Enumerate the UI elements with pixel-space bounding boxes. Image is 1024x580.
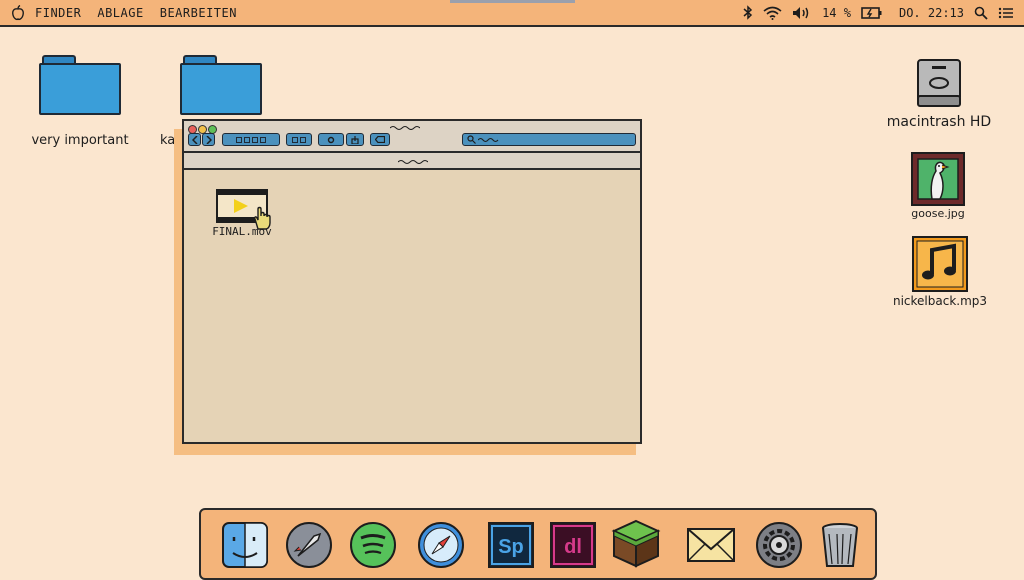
dreamweaver-dl-icon: dl [550, 522, 596, 568]
share-icon [351, 135, 359, 144]
menu-bar: FINDER ABLAGE BEARBEITEN 14 % DO. 22:13 [0, 0, 1024, 27]
folder-label: very important [31, 133, 129, 148]
file-final-mov[interactable]: FINAL.mov [206, 189, 278, 238]
search-icon [467, 135, 476, 144]
dock-launchpad[interactable] [284, 520, 334, 570]
file-label: nickelback.mp3 [892, 294, 988, 308]
finder-icon [222, 522, 268, 568]
dock: Sp dl [199, 508, 877, 580]
launchpad-icon [286, 522, 332, 568]
forward-button[interactable] [202, 133, 215, 146]
dock-system-preferences[interactable] [754, 520, 804, 570]
music-file-icon [912, 236, 968, 292]
hand-cursor-icon [254, 206, 271, 230]
share-button[interactable] [346, 133, 364, 146]
folder-icon [180, 55, 262, 115]
dock-dreamweaver[interactable]: dl [548, 520, 598, 570]
desktop-folder-very-important[interactable]: very important [18, 55, 142, 148]
play-icon [234, 199, 248, 213]
tag-icon [375, 136, 385, 143]
view-mode-buttons[interactable] [222, 133, 280, 146]
desktop-file-goose-jpg[interactable]: goose.jpg [890, 151, 986, 220]
finder-window: FINAL.mov [182, 119, 642, 444]
hard-drive-icon [917, 59, 961, 107]
spotify-icon [350, 522, 396, 568]
menu-ablage[interactable]: ABLAGE [97, 6, 143, 20]
dock-finder[interactable] [220, 520, 270, 570]
mail-icon [687, 528, 735, 562]
window-tab-bar [184, 153, 640, 170]
minecraft-icon [611, 519, 661, 568]
tab-title-squiggle [398, 160, 428, 164]
safari-icon [418, 522, 464, 568]
gear-icon [327, 136, 335, 143]
drive-label: macintrash HD [886, 114, 992, 130]
dock-minecraft[interactable] [611, 518, 661, 568]
file-label: goose.jpg [911, 207, 965, 220]
dock-safari[interactable] [416, 520, 466, 570]
window-search-field[interactable] [462, 133, 636, 146]
system-preferences-icon [756, 522, 802, 568]
folder-icon [39, 55, 121, 115]
clock[interactable]: DO. 22:13 [899, 6, 964, 20]
desktop-file-nickelback-mp3[interactable]: nickelback.mp3 [886, 234, 994, 308]
window-title-squiggle [390, 126, 420, 130]
chevron-right-icon [205, 135, 212, 144]
volume-icon[interactable] [792, 6, 812, 20]
battery-percentage: 14 % [822, 5, 851, 20]
menu-bar-grabber [450, 0, 575, 3]
search-squiggle [478, 138, 499, 142]
dock-mail[interactable] [686, 520, 736, 570]
chevron-left-icon [191, 135, 198, 144]
trash-icon [822, 523, 858, 567]
battery-charging-icon[interactable] [861, 6, 883, 20]
dock-photoshop[interactable]: Sp [486, 520, 536, 570]
tag-button[interactable] [370, 133, 390, 146]
dock-spotify[interactable] [348, 520, 398, 570]
window-titlebar[interactable] [184, 121, 640, 153]
image-file-icon [911, 152, 965, 206]
photoshop-sp-icon: Sp [488, 522, 534, 568]
dreamweaver-label: dl [564, 536, 582, 558]
dock-trash[interactable] [815, 520, 865, 570]
photoshop-label: Sp [498, 536, 524, 558]
menu-bearbeiten[interactable]: BEARBEITEN [160, 6, 237, 20]
control-center-icon[interactable] [998, 7, 1014, 19]
wifi-icon[interactable] [763, 6, 782, 20]
menu-finder[interactable]: FINDER [35, 6, 81, 20]
action-button[interactable] [318, 133, 344, 146]
bluetooth-icon[interactable] [743, 5, 753, 20]
back-button[interactable] [188, 133, 201, 146]
search-icon[interactable] [974, 6, 988, 20]
apple-icon[interactable] [11, 4, 25, 21]
desktop-drive-macintrash-hd[interactable]: macintrash HD [874, 58, 1004, 130]
group-button[interactable] [286, 133, 312, 146]
